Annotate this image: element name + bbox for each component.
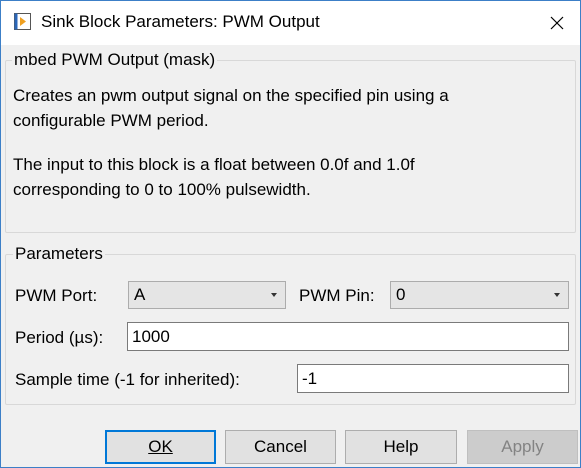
pwm-port-label: PWM Port: — [15, 286, 98, 305]
dialog-window: Sink Block Parameters: PWM Output mbed P… — [0, 0, 581, 468]
sample-time-input[interactable] — [297, 364, 569, 393]
description-line-3: The input to this block is a float betwe… — [13, 155, 415, 174]
description-line-4: corresponding to 0 to 100% pulsewidth. — [13, 180, 311, 199]
cancel-button[interactable]: Cancel — [225, 430, 336, 464]
ok-button-label: OK — [148, 437, 173, 456]
period-label: Period (µs): — [15, 328, 104, 347]
close-icon — [550, 16, 564, 30]
pwm-pin-select[interactable]: 0 — [390, 281, 569, 309]
close-button[interactable] — [534, 1, 580, 45]
sample-time-label: Sample time (-1 for inherited): — [15, 370, 240, 389]
title-bar[interactable]: Sink Block Parameters: PWM Output — [1, 1, 580, 45]
cancel-button-label: Cancel — [254, 437, 307, 456]
ok-button[interactable]: OK — [105, 430, 216, 464]
pwm-pin-value: 0 — [396, 285, 406, 304]
pwm-pin-label: PWM Pin: — [299, 286, 375, 305]
pwm-port-select[interactable]: A — [128, 281, 286, 309]
pwm-port-value: A — [134, 285, 146, 304]
description-line-2: configurable PWM period. — [13, 111, 209, 130]
chevron-down-icon — [271, 293, 277, 297]
description-line-1: Creates an pwm output signal on the spec… — [13, 86, 449, 105]
simulink-block-icon — [14, 13, 31, 30]
parameters-group-title: Parameters — [13, 244, 105, 264]
help-button[interactable]: Help — [345, 430, 457, 464]
mask-group-title: mbed PWM Output (mask) — [12, 50, 218, 70]
chevron-down-icon — [554, 293, 560, 297]
apply-button-label: Apply — [501, 437, 544, 456]
window-title: Sink Block Parameters: PWM Output — [41, 12, 320, 31]
help-button-label: Help — [383, 437, 419, 456]
apply-button[interactable]: Apply — [467, 430, 578, 464]
period-input[interactable] — [127, 322, 569, 351]
